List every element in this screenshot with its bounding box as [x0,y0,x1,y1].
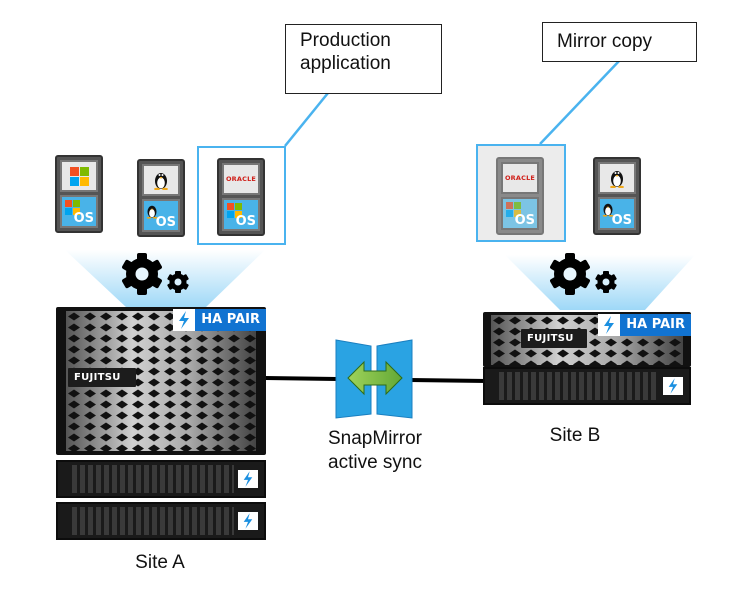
mirror-callout-line [539,59,621,145]
snapmirror-label: SnapMirror active sync [300,427,450,475]
os-label: OS [235,214,256,229]
ha-pair-label: HA PAIR [620,314,691,336]
lightning-icon [663,377,683,395]
windows-os-tile: OS [60,195,98,228]
vm-oracle-mirror: ORACLE OS [496,157,544,235]
oracle-app-tile: ORACLE [222,163,260,195]
oracle-logo: ORACLE [504,174,536,182]
os-label: OS [73,211,94,226]
linux-app-tile [598,162,636,194]
callout-text: Mirror copy [557,31,653,52]
drive-slots [499,372,659,400]
ha-pair-badge: HA PAIR [173,309,266,331]
lightning-icon [238,470,258,488]
site-a-controller: FUJITSU HA PAIR [56,307,266,455]
gears-icon [122,253,189,295]
vm-linux: OS [593,157,641,235]
vm-windows: OS [55,155,103,233]
linux-penguin-icon [610,171,624,188]
linux-app-tile [142,164,180,196]
linux-os-tile: OS [598,197,636,230]
mirror-copy-callout: Mirror copy [542,22,697,62]
site-a-label: Site A [135,552,185,573]
drive-slots [72,507,234,535]
oracle-app-tile: ORACLE [501,162,539,194]
ha-pair-label: HA PAIR [195,309,266,331]
fujitsu-logo: FUJITSU [521,329,587,348]
production-callout-line [284,92,329,147]
ha-pair-badge: HA PAIR [598,314,691,336]
snapmirror-sync-icon [335,339,413,419]
windows-app-tile [60,160,98,192]
callout-text-line1: Production [300,30,391,51]
snapmirror-label-line2: active sync [328,452,422,473]
linux-penguin-icon [154,173,168,190]
fujitsu-logo: FUJITSU [68,368,136,387]
vm-linux: OS [137,159,185,237]
site-a-disk-shelf [56,502,266,540]
os-label: OS [155,215,176,230]
lightning-icon [173,309,196,331]
callout-text-line2: application [300,53,391,74]
linux-os-tile: OS [142,199,180,232]
production-application-callout: Production application [285,24,442,94]
vm-oracle: ORACLE OS [217,158,265,236]
oracle-logo: ORACLE [225,175,257,183]
os-label: OS [611,213,632,228]
windows-os-tile: OS [222,198,260,231]
windows-logo-icon [69,166,89,186]
drive-slots [72,465,234,493]
site-b-controller: FUJITSU HA PAIR [483,312,691,367]
gears-icon [550,253,617,295]
snapmirror-label-line1: SnapMirror [328,428,422,449]
os-label: OS [514,213,535,228]
lightning-icon [238,512,258,530]
lightning-icon [598,314,621,336]
windows-os-tile: OS [501,197,539,230]
site-b-disk-shelf [483,367,691,405]
site-b-label: Site B [549,425,601,446]
site-a-disk-shelf [56,460,266,498]
